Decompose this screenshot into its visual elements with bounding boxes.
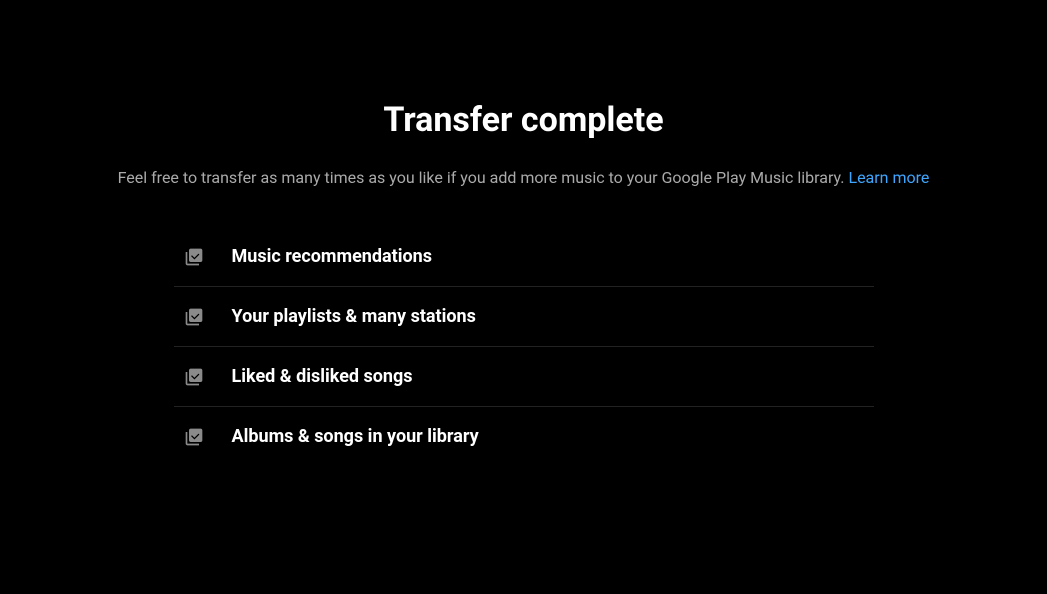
transferred-items-list: Music recommendations Your playlists & m…	[174, 227, 874, 466]
check-stack-icon	[184, 427, 204, 447]
list-item: Albums & songs in your library	[174, 407, 874, 466]
list-item: Music recommendations	[174, 227, 874, 287]
item-label: Liked & disliked songs	[232, 366, 413, 387]
subtitle-text: Feel free to transfer as many times as y…	[118, 168, 849, 187]
page-title: Transfer complete	[383, 100, 663, 140]
item-label: Music recommendations	[232, 246, 433, 267]
list-item: Your playlists & many stations	[174, 287, 874, 347]
item-label: Your playlists & many stations	[232, 306, 476, 327]
list-item: Liked & disliked songs	[174, 347, 874, 407]
check-stack-icon	[184, 307, 204, 327]
subtitle-row: Feel free to transfer as many times as y…	[118, 168, 930, 187]
check-stack-icon	[184, 247, 204, 267]
learn-more-link[interactable]: Learn more	[848, 168, 929, 187]
check-stack-icon	[184, 367, 204, 387]
transfer-complete-panel: Transfer complete Feel free to transfer …	[0, 0, 1047, 466]
item-label: Albums & songs in your library	[232, 426, 479, 447]
